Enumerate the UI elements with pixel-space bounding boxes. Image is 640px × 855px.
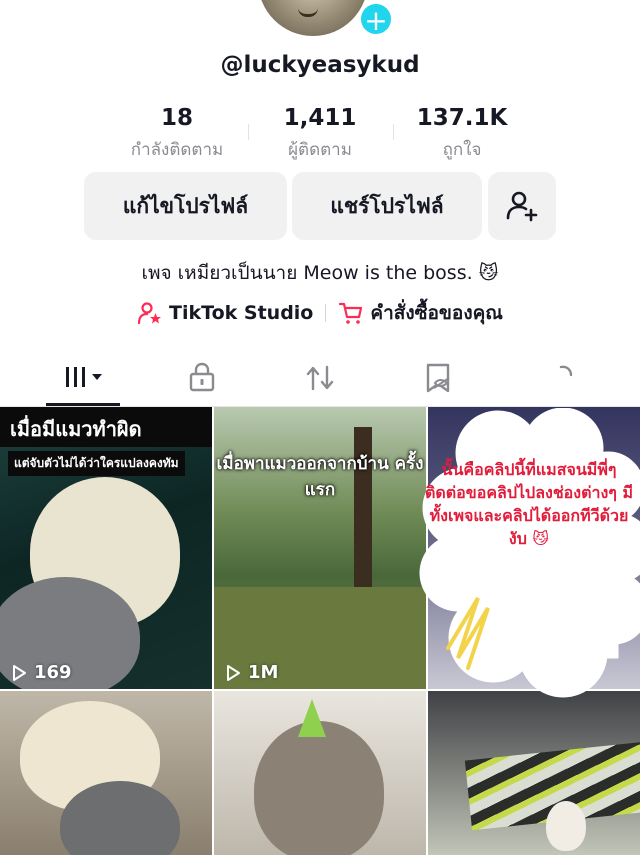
bookmark-hidden-icon xyxy=(426,363,450,393)
view-count-value: 1M xyxy=(248,662,279,683)
share-profile-button[interactable]: แชร์โปรไฟล์ xyxy=(292,172,482,240)
tab-videos[interactable] xyxy=(20,350,148,406)
lock-icon xyxy=(189,362,215,392)
cart-icon xyxy=(339,302,363,324)
tab-liked[interactable] xyxy=(500,350,628,406)
video-thumbnail[interactable] xyxy=(428,691,640,855)
view-count: 169 xyxy=(10,662,72,683)
video-thumbnail[interactable]: เมื่อมีแมวทำผิด แต่จับตัวไม่ได้ว่าใครแปล… xyxy=(0,407,212,689)
stat-likes-value: 137.1K xyxy=(416,105,508,131)
video-subtitle: แต่จับตัวไม่ได้ว่าใครแปลงคงทัม xyxy=(8,451,185,476)
video-title: เมื่อมีแมวทำผิด xyxy=(0,407,212,447)
annotation-text: นั้นคือคลิปนี้ที่แมสจนมีพี่ๆติดต่อขอคลิป… xyxy=(425,460,633,548)
stat-following-value: 18 xyxy=(160,105,193,131)
video-title: เมื่อพาแมวออกจากบ้าน ครั้งแรก xyxy=(216,454,424,500)
tab-reposts[interactable] xyxy=(256,350,384,406)
grid-bars-icon xyxy=(66,367,102,387)
stat-likes[interactable]: 137.1K ถูกใจ xyxy=(387,104,537,163)
video-thumbnail[interactable]: เมื่อพาแมวออกจากบ้าน ครั้งแรก 1M xyxy=(214,407,426,689)
tab-favorites[interactable] xyxy=(374,350,502,406)
play-icon xyxy=(13,664,26,681)
party-hat xyxy=(298,699,326,737)
cat-image xyxy=(546,801,586,851)
profile-bio: เพจ เหมียวเป็นนาย Meow is the boss. 😼 xyxy=(141,262,499,284)
username: @luckyeasykud xyxy=(220,52,420,78)
tiktok-studio-label: TikTok Studio xyxy=(169,302,314,324)
link-divider xyxy=(325,304,327,322)
stat-followers[interactable]: 1,411 ผู้ติดตาม xyxy=(245,104,395,163)
video-thumbnail[interactable] xyxy=(0,691,212,855)
profile-tabs xyxy=(0,350,640,407)
stat-likes-label: ถูกใจ xyxy=(442,140,482,160)
orders-label: คำสั่งซื้อของคุณ xyxy=(370,302,503,324)
studio-icon xyxy=(137,302,162,325)
add-avatar-icon[interactable]: + xyxy=(358,1,394,37)
stat-following-label: กำลังติดตาม xyxy=(130,140,224,160)
profile-links: TikTok Studio คำสั่งซื้อของคุณ xyxy=(0,298,640,328)
avatar[interactable] xyxy=(258,0,368,36)
liked-icon xyxy=(559,365,573,377)
repost-icon xyxy=(306,365,334,391)
stat-followers-value: 1,411 xyxy=(283,105,357,131)
orders-link[interactable]: คำสั่งซื้อของคุณ xyxy=(338,298,503,328)
video-thumbnail[interactable] xyxy=(214,691,426,855)
tiktok-studio-link[interactable]: TikTok Studio xyxy=(137,300,313,326)
annotation-cloud xyxy=(419,408,640,698)
stat-followers-label: ผู้ติดตาม xyxy=(288,140,352,160)
view-count: 1M xyxy=(224,662,278,683)
add-friend-button[interactable] xyxy=(488,172,556,240)
active-tab-indicator xyxy=(46,403,120,406)
view-count-value: 169 xyxy=(34,662,72,683)
profile-stats: 18 กำลังติดตาม 1,411 ผู้ติดตาม 137.1K ถู… xyxy=(0,104,640,164)
cat-image xyxy=(254,721,384,855)
tab-private[interactable] xyxy=(138,350,266,406)
stat-following[interactable]: 18 กำลังติดตาม xyxy=(102,104,252,163)
play-icon xyxy=(227,664,240,681)
edit-profile-button[interactable]: แก้ไขโปรไฟล์ xyxy=(84,172,287,240)
add-user-icon xyxy=(506,191,538,222)
